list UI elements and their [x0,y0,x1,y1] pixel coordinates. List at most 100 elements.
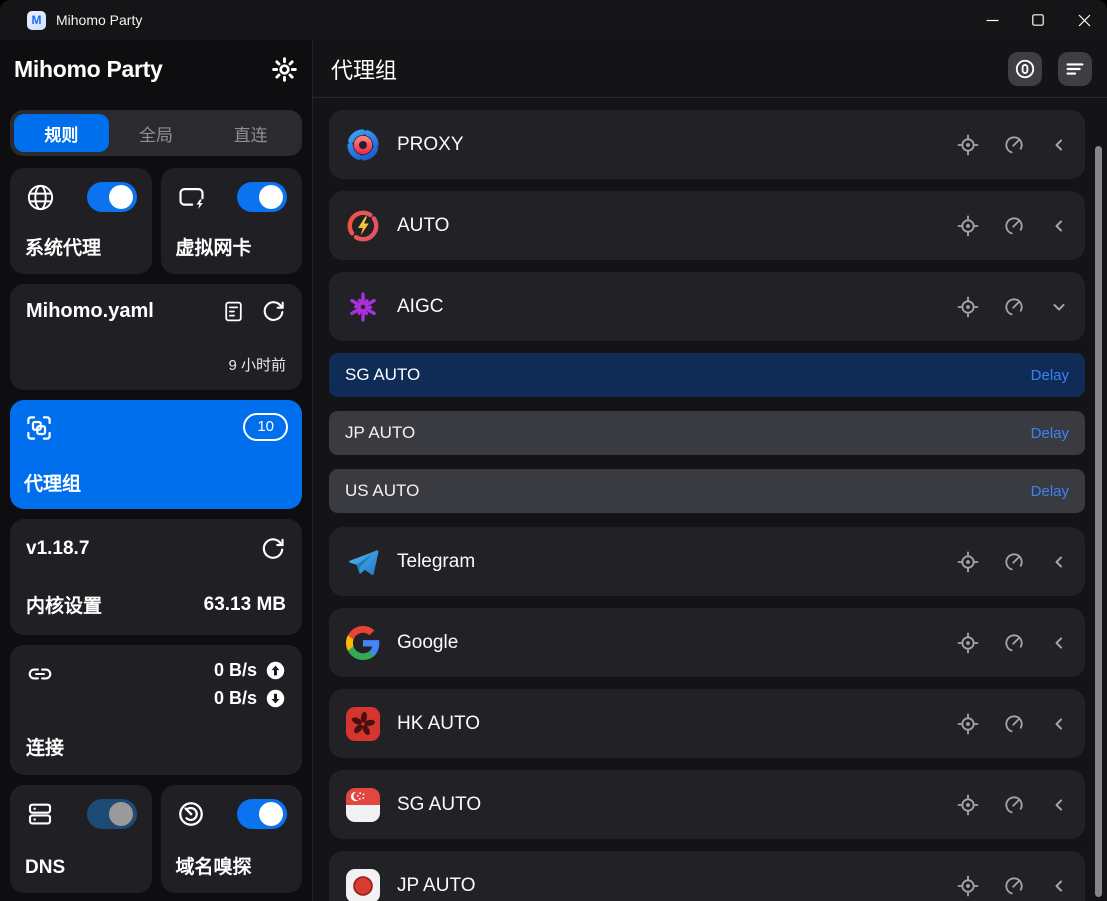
settings-gear-icon[interactable] [271,56,298,83]
locate-icon[interactable] [957,296,979,318]
flag-sg-icon [345,787,381,823]
minimize-button[interactable] [969,0,1015,40]
globe-icon [25,182,56,213]
tab-global[interactable]: 全局 [109,114,204,152]
delay-label[interactable]: Delay [1031,367,1069,384]
maximize-button[interactable] [1015,0,1061,40]
tun-toggle[interactable] [237,182,287,212]
proxy-groups-card[interactable]: 10 代理组 [10,400,302,509]
kernel-refresh-icon[interactable] [260,536,286,562]
delay-label[interactable]: Delay [1031,483,1069,500]
sniffer-card[interactable]: 域名嗅探 [161,785,303,893]
group-row-google[interactable]: Google [329,608,1085,677]
collapse-icon[interactable] [1049,714,1069,734]
group-name: AIGC [397,296,443,318]
kernel-card[interactable]: v1.18.7 内核设置 63.13 MB [10,519,302,635]
sniffer-radar-icon [176,799,206,829]
collapse-icon[interactable] [1049,135,1069,155]
locate-icon[interactable] [957,794,979,816]
profile-refresh-icon[interactable] [261,299,286,324]
sort-lines-icon [1064,58,1086,80]
tab-direct[interactable]: 直连 [203,114,298,152]
collapse-icon[interactable] [1049,552,1069,572]
locate-icon[interactable] [957,134,979,156]
collapse-icon[interactable] [1049,876,1069,896]
delay-label[interactable]: Delay [1031,425,1069,442]
delay-test-all-button[interactable] [1008,52,1042,86]
speedtest-icon[interactable] [1003,296,1025,318]
system-proxy-label: 系统代理 [25,233,137,260]
sniffer-toggle[interactable] [237,799,287,829]
proxy-groups-label: 代理组 [24,469,288,496]
virtual-nic-icon [176,182,207,213]
speedtest-icon[interactable] [1003,215,1025,237]
system-proxy-toggle[interactable] [87,182,137,212]
locate-icon[interactable] [957,632,979,654]
connection-card[interactable]: 0 B/s 0 B/s 连接 [10,645,302,775]
openai-icon [345,289,381,325]
system-proxy-card[interactable]: 系统代理 [10,168,152,274]
upload-arrow-icon [265,660,286,681]
proxy-item-jp-auto[interactable]: JP AUTO Delay [329,411,1085,455]
tab-rule[interactable]: 规则 [14,114,109,152]
group-row-hk-auto[interactable]: HK AUTO [329,689,1085,758]
proxy-group-count-badge: 10 [243,413,288,441]
speedtest-icon[interactable] [1003,875,1025,897]
main-header: 代理组 [313,40,1107,98]
collapse-icon[interactable] [1049,795,1069,815]
download-speed: 0 B/s [214,688,257,709]
proxy-group-scan-icon [24,413,54,443]
expand-icon[interactable] [1049,297,1069,317]
profile-card[interactable]: Mihomo.yaml [10,284,302,390]
app-window: M Mihomo Party Mihomo Party [0,0,1107,901]
sidebar: Mihomo Party 规则 全局 [0,40,313,901]
proxy-ring-icon [345,127,381,163]
group-row-telegram[interactable]: Telegram [329,527,1085,596]
group-name: PROXY [397,134,464,156]
flag-hk-icon [345,706,381,742]
aigc-proxy-list: SG AUTO Delay JP AUTO Delay US AUTO Dela… [329,353,1085,513]
proxy-item-us-auto[interactable]: US AUTO Delay [329,469,1085,513]
main-panel: 代理组 [313,40,1107,901]
sort-button[interactable] [1058,52,1092,86]
connection-label: 连接 [26,733,286,760]
dns-toggle[interactable] [87,799,137,829]
scrollbar-thumb[interactable] [1095,146,1102,897]
locate-icon[interactable] [957,713,979,735]
collapse-icon[interactable] [1049,633,1069,653]
speedtest-icon[interactable] [1003,713,1025,735]
group-row-auto[interactable]: AUTO [329,191,1085,260]
kernel-version: v1.18.7 [26,538,89,560]
flag-jp-icon [345,868,381,901]
profile-updated-time: 9 小时前 [26,354,286,375]
telegram-icon [345,544,381,580]
close-button[interactable] [1061,0,1107,40]
locate-icon[interactable] [957,875,979,897]
dns-card[interactable]: DNS [10,785,152,893]
profile-document-icon[interactable] [221,299,246,324]
app-logo-icon: M [27,11,46,30]
sidebar-app-title: Mihomo Party [14,56,162,83]
group-row-jp-auto[interactable]: JP AUTO [329,851,1085,901]
google-icon [345,625,381,661]
proxy-item-sg-auto[interactable]: SG AUTO Delay [329,353,1085,397]
speedtest-icon[interactable] [1003,632,1025,654]
locate-icon[interactable] [957,551,979,573]
tun-card[interactable]: 虚拟网卡 [161,168,303,274]
kernel-settings-label: 内核设置 [26,591,102,618]
upload-speed: 0 B/s [214,660,257,681]
speedtest-icon[interactable] [1003,551,1025,573]
page-title: 代理组 [331,53,397,85]
outbound-mode-tabs: 规则 全局 直连 [10,110,302,156]
speedtest-icon[interactable] [1003,794,1025,816]
proxy-item-name: US AUTO [345,481,419,501]
collapse-icon[interactable] [1049,216,1069,236]
group-row-proxy[interactable]: PROXY [329,110,1085,179]
speedtest-icon[interactable] [1003,134,1025,156]
group-row-sg-auto[interactable]: SG AUTO [329,770,1085,839]
locate-icon[interactable] [957,215,979,237]
group-row-aigc[interactable]: AIGC [329,272,1085,341]
sniffer-label: 域名嗅探 [176,852,288,879]
group-name: AUTO [397,215,449,237]
auto-bolt-icon [345,208,381,244]
